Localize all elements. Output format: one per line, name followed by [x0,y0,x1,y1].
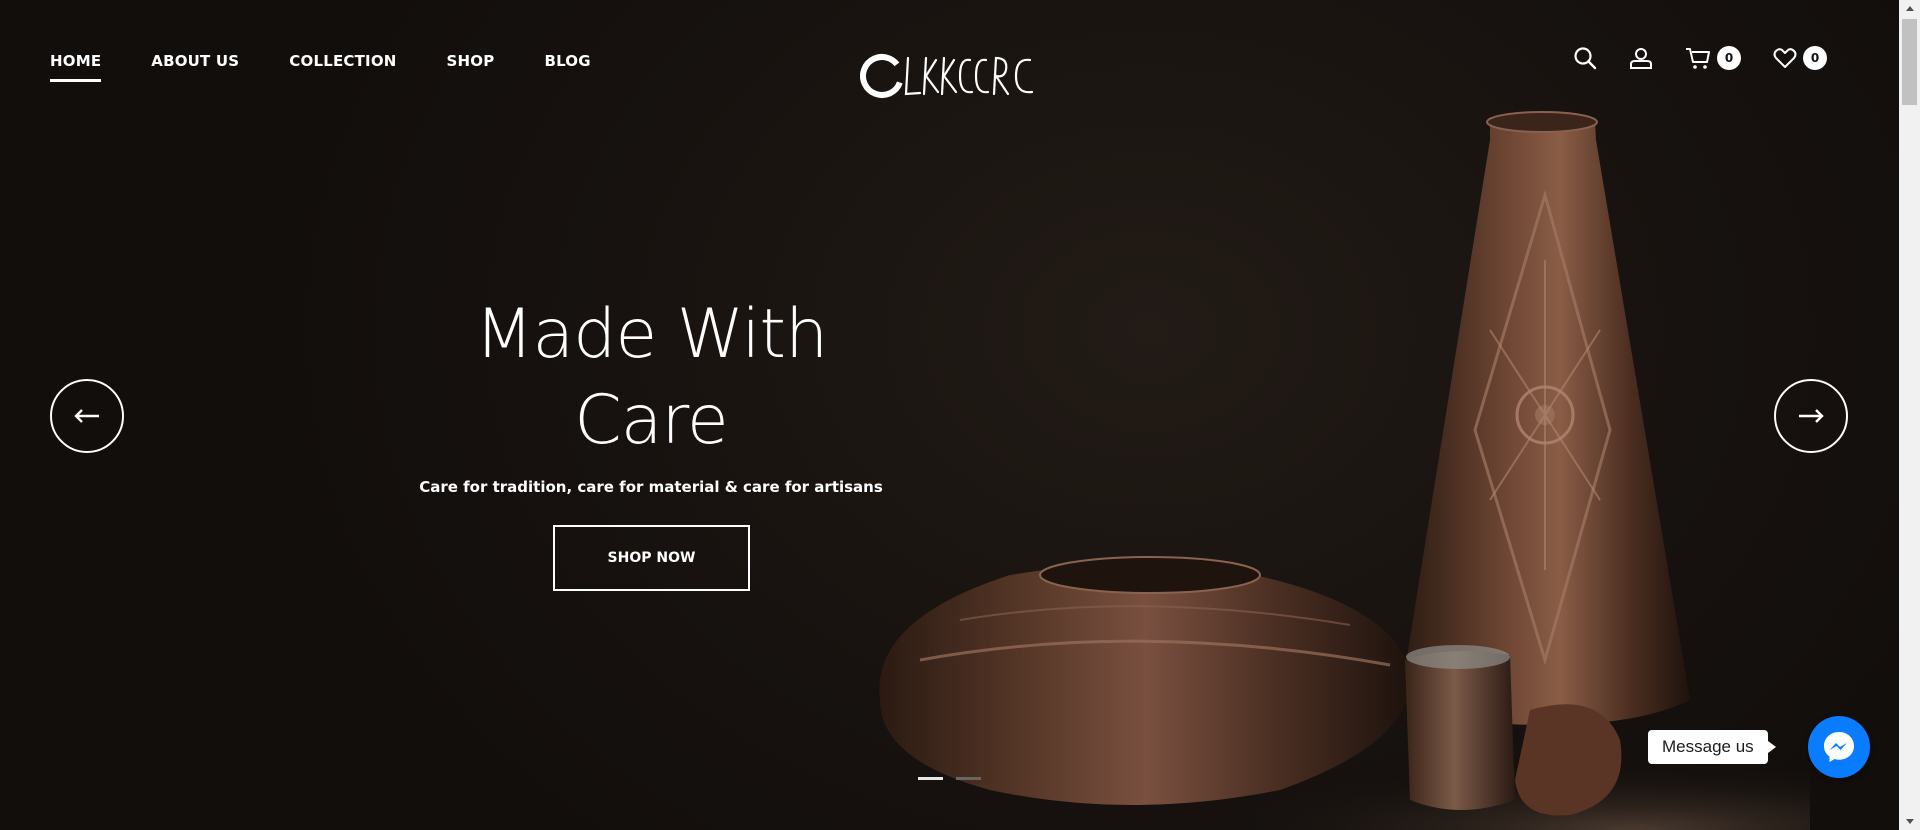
hero-headline-line-1: Made With [474,295,828,374]
hero-headline: Made With Care [410,292,892,464]
account-button[interactable] [1629,46,1653,70]
arrow-right-icon [1799,409,1824,423]
scroll-down-button[interactable] [1899,813,1920,830]
hero-product-image [879,111,1810,830]
page-scrollbar[interactable] [1899,0,1920,830]
wishlist-count-badge: 0 [1803,46,1827,70]
main-nav: HOME ABOUT US COLLECTION SHOP BLOG [50,52,591,82]
scroll-thumb[interactable] [1902,19,1917,105]
messenger-icon [1824,732,1854,762]
scroll-up-button[interactable] [1899,0,1920,17]
nav-item-collection[interactable]: COLLECTION [289,52,396,70]
slider-next-button[interactable] [1774,379,1848,453]
search-button[interactable] [1573,46,1597,70]
slider-dots [918,777,981,780]
brand-logo[interactable] [860,48,1040,104]
slider-dot-2[interactable] [956,777,981,780]
caret-down-icon [1905,819,1914,824]
caret-up-icon [1905,6,1914,11]
header-icons: 0 0 [1573,46,1827,70]
nav-item-about-us[interactable]: ABOUT US [151,52,239,70]
hero-slider: HOME ABOUT US COLLECTION SHOP BLOG 0 0 M… [0,0,1899,830]
wishlist-button[interactable]: 0 [1773,46,1827,70]
cart-icon [1686,48,1710,69]
slider-dot-1[interactable] [918,777,943,780]
cart-count-badge: 0 [1717,46,1741,70]
messenger-button[interactable] [1808,716,1870,778]
hero-headline-line-2: Care [574,381,728,460]
search-icon [1574,47,1597,70]
shop-now-button[interactable]: SHOP NOW [553,525,750,591]
nav-item-home[interactable]: HOME [50,52,102,82]
nav-item-shop[interactable]: SHOP [447,52,495,70]
nav-item-blog[interactable]: BLOG [544,52,590,70]
hero-subline: Care for tradition, care for material & … [419,478,883,496]
messenger-label[interactable]: Message us [1648,730,1776,764]
arrow-left-icon [74,409,99,423]
user-icon [1630,48,1652,69]
heart-icon [1773,48,1797,68]
slider-prev-button[interactable] [50,379,124,453]
cart-button[interactable]: 0 [1685,46,1741,70]
